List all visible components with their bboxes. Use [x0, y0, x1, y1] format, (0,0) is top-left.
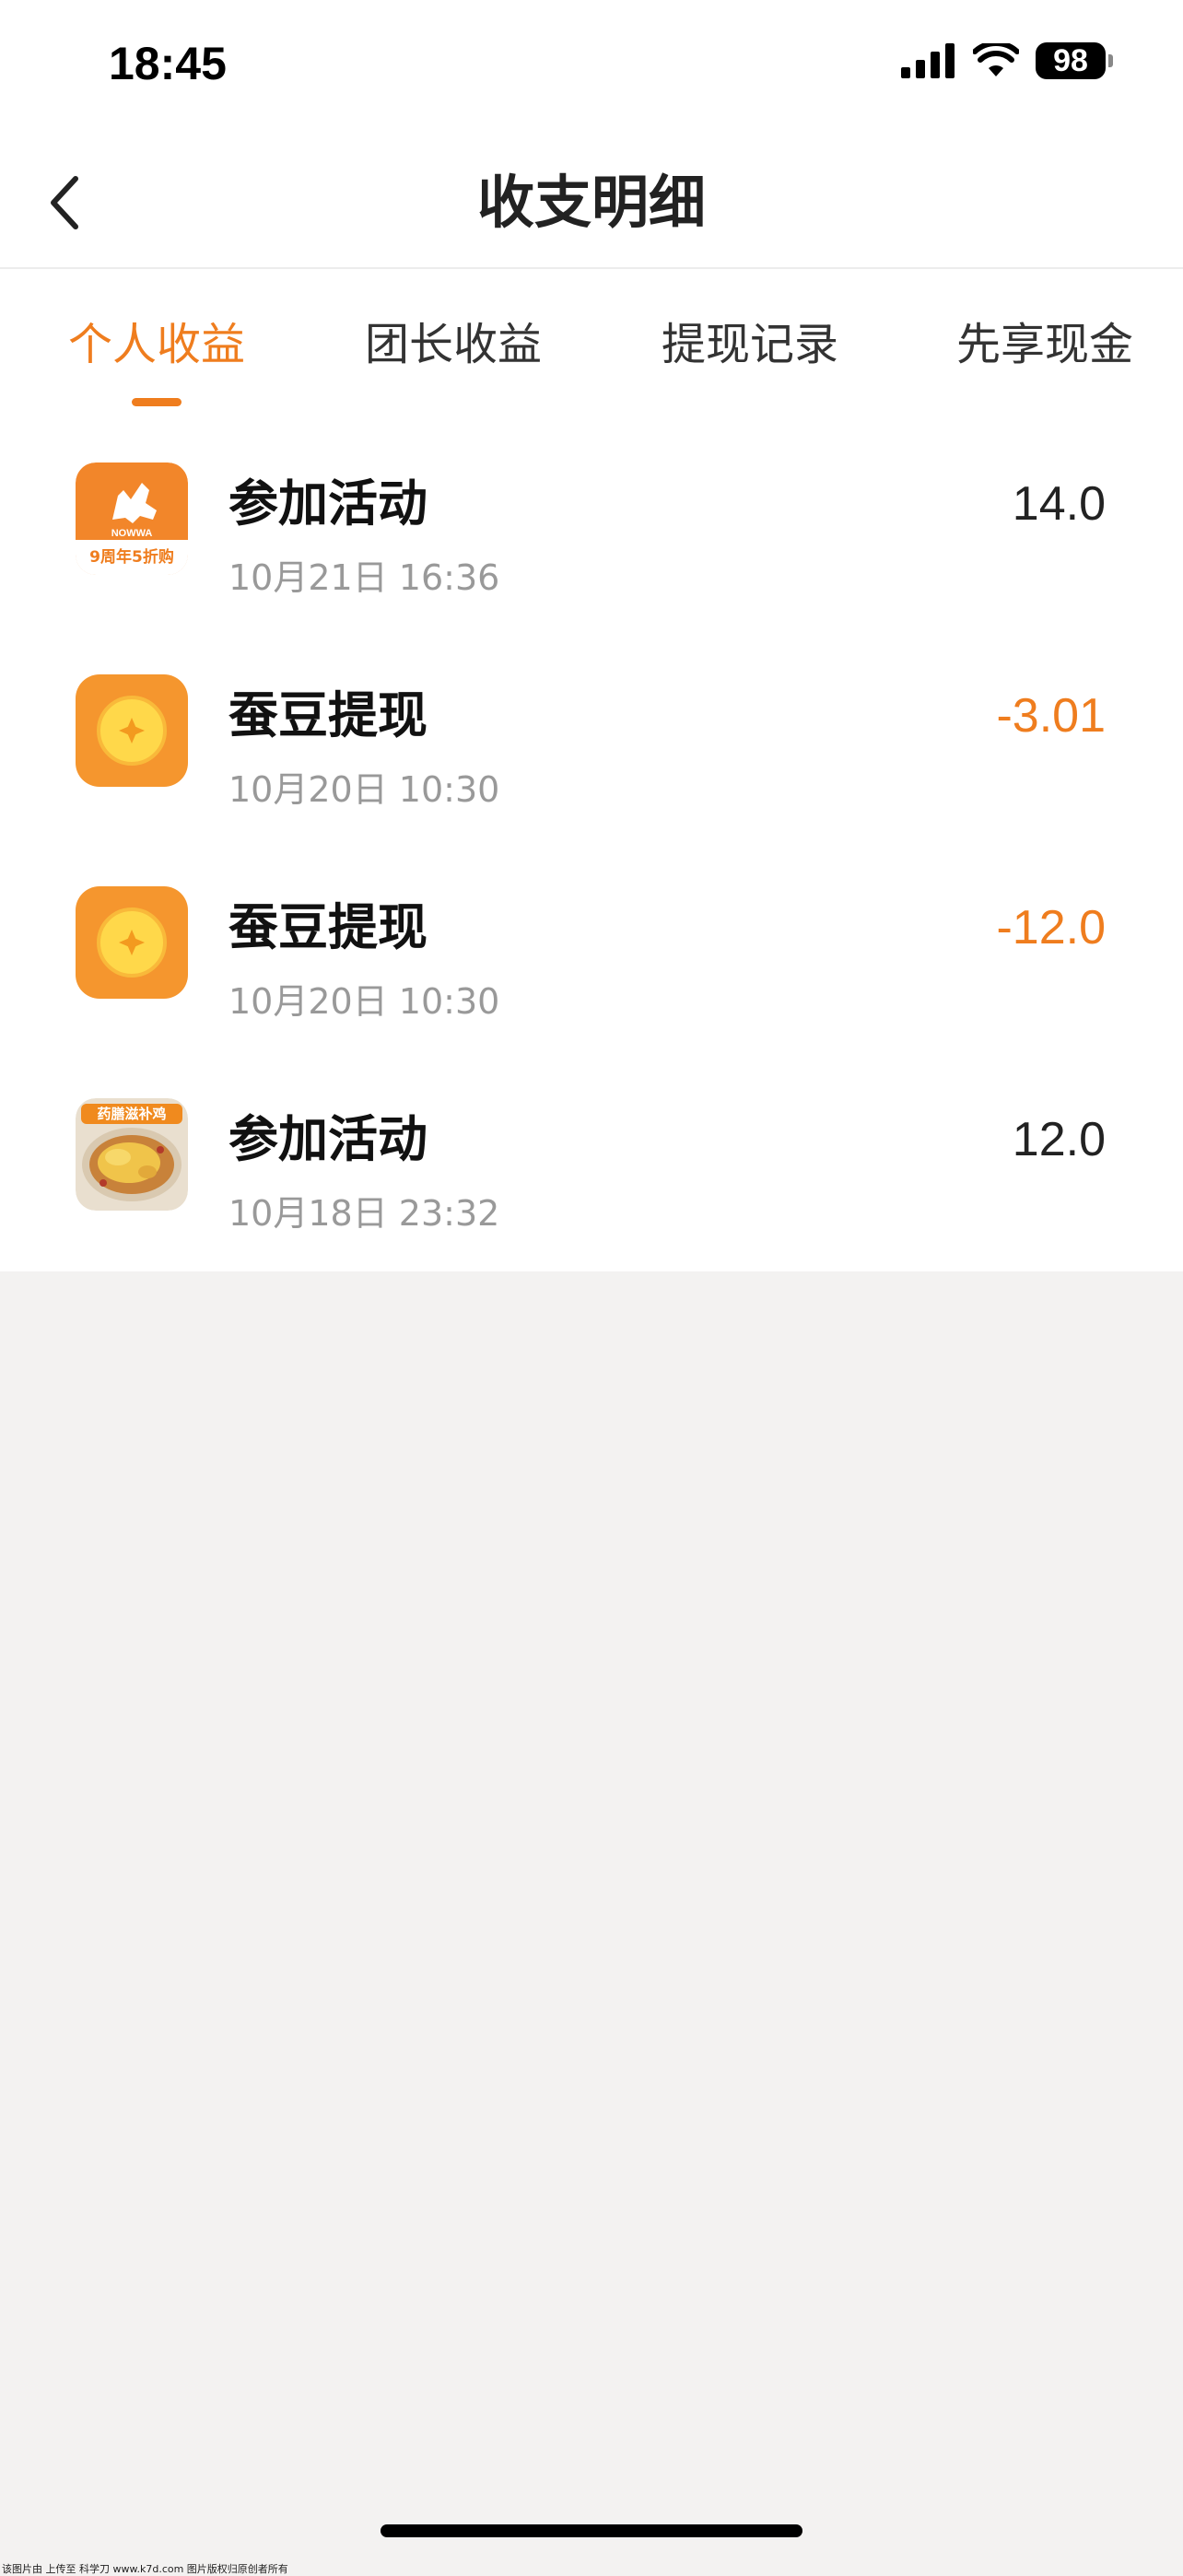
record-amount: 14.0 — [1012, 477, 1106, 531]
record-amount: 12.0 — [1012, 1113, 1106, 1166]
battery-level: 98 — [1053, 42, 1088, 78]
battery-icon: 98 — [1036, 42, 1113, 79]
nowwa-badge-text: 9周年5折购 — [89, 547, 174, 567]
cellular-signal-icon — [901, 43, 955, 78]
record-time: 10月20日 10:30 — [228, 981, 500, 1022]
active-tab-indicator — [132, 398, 182, 406]
transaction-list: NOWWA 9周年5折购 参加活动 10月21日 16:36 14.0 蚕豆提现… — [0, 416, 1183, 1271]
tab-withdraw-records[interactable]: 提现记录 — [662, 317, 838, 372]
navigation-bar: 收支明细 — [0, 138, 1183, 269]
tab-leader-earnings[interactable]: 团长收益 — [365, 317, 542, 372]
status-time: 18:45 — [109, 38, 227, 89]
tab-advance-cash[interactable]: 先享现金 — [956, 317, 1133, 372]
gold-coin-icon — [76, 886, 188, 999]
list-item[interactable]: 蚕豆提现 10月20日 10:30 -12.0 — [0, 840, 1183, 1052]
roast-chicken-photo-icon: 药膳滋补鸡 — [76, 1098, 188, 1211]
nowwa-logo-text: NOWWA — [111, 528, 153, 539]
home-indicator[interactable] — [381, 2524, 802, 2537]
record-title: 蚕豆提现 — [228, 898, 428, 956]
list-item[interactable]: NOWWA 9周年5折购 参加活动 10月21日 16:36 14.0 — [0, 416, 1183, 628]
gold-coin-icon — [76, 674, 188, 787]
record-time: 10月18日 23:32 — [228, 1193, 500, 1234]
wifi-icon — [973, 43, 1019, 76]
nowwa-brand-icon: NOWWA 9周年5折购 — [76, 463, 188, 575]
status-bar: 18:45 98 — [0, 0, 1183, 138]
record-title: 蚕豆提现 — [228, 686, 428, 744]
status-icons: 98 — [901, 42, 1113, 79]
record-title: 参加活动 — [228, 474, 428, 533]
tab-personal-earnings[interactable]: 个人收益 — [68, 317, 245, 372]
tab-bar: 个人收益 团长收益 提现记录 先享现金 — [0, 269, 1183, 416]
watermark-text: 该图片由 上传至 科学刀 www.k7d.com 图片版权归原创者所有 — [2, 2563, 288, 2575]
record-time: 10月21日 16:36 — [228, 557, 500, 598]
list-item[interactable]: 药膳滋补鸡 参加活动 10月18日 23:32 12.0 — [0, 1052, 1183, 1264]
record-amount: -12.0 — [996, 901, 1106, 954]
record-amount: -3.01 — [996, 689, 1106, 743]
chicken-banner-text: 药膳滋补鸡 — [97, 1106, 166, 1122]
page-title: 收支明细 — [476, 169, 706, 236]
list-item[interactable]: 蚕豆提现 10月20日 10:30 -3.01 — [0, 628, 1183, 840]
record-title: 参加活动 — [228, 1110, 428, 1168]
record-time: 10月20日 10:30 — [228, 769, 500, 810]
